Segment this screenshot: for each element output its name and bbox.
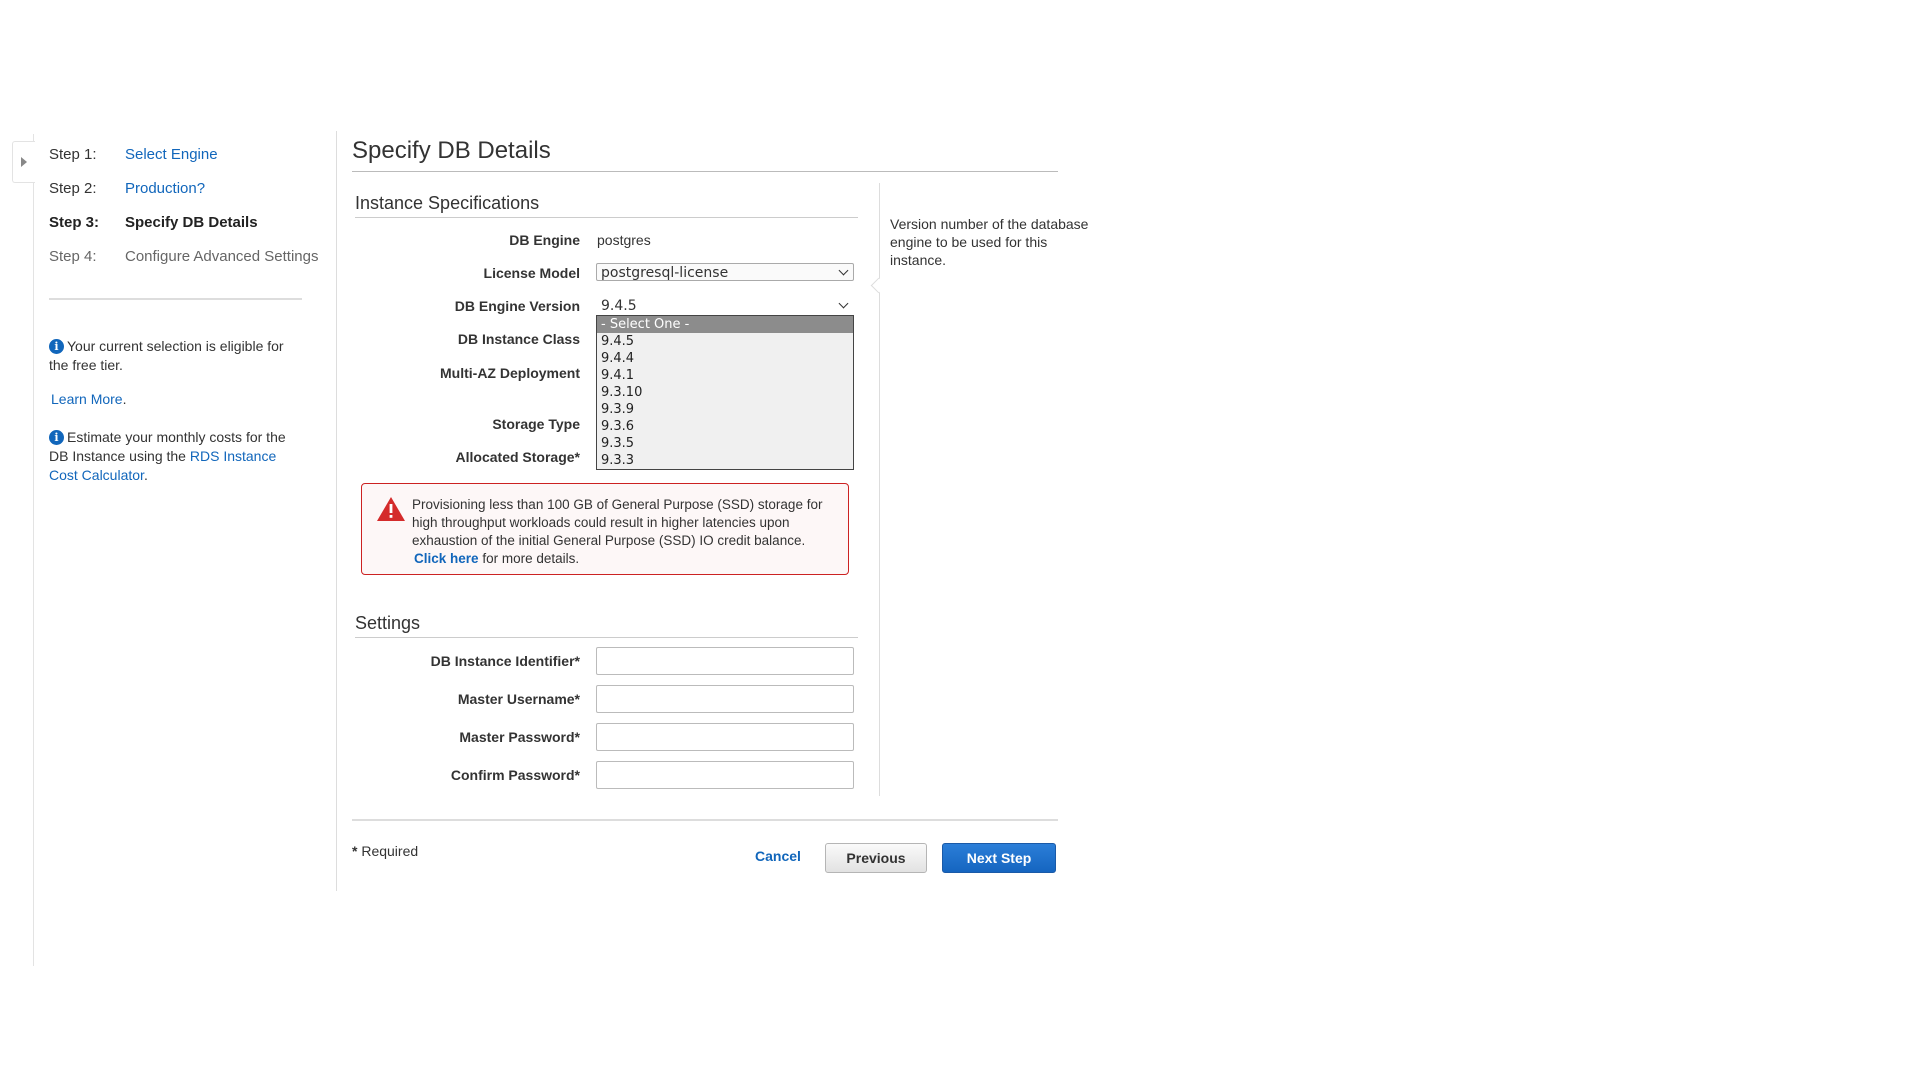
- warning-icon: [377, 497, 405, 521]
- dropdown-option[interactable]: 9.3.3: [597, 452, 853, 469]
- allocated-storage-label: Allocated Storage*: [455, 449, 580, 465]
- step-1: Step 1: Select Engine: [49, 146, 218, 163]
- section-title-settings: Settings: [355, 613, 421, 633]
- left-panel-border: [33, 134, 34, 966]
- section-title-instance-specs: Instance Specifications: [355, 193, 540, 213]
- master-username-label: Master Username*: [457, 691, 580, 707]
- dropdown-option[interactable]: 9.4.1: [597, 367, 853, 384]
- dropdown-option[interactable]: 9.3.9: [597, 401, 853, 418]
- learn-more-link[interactable]: Learn More: [51, 391, 123, 407]
- master-password-input[interactable]: [596, 723, 854, 751]
- cost-estimate-note: i Estimate your monthly costs for the DB …: [49, 428, 304, 485]
- info-icon: i: [49, 430, 64, 445]
- multi-az-label: Multi-AZ Deployment: [440, 365, 580, 381]
- help-pointer: [870, 277, 887, 294]
- step-2: Step 2: Production?: [49, 180, 205, 197]
- step-number: Step 4:: [49, 248, 97, 265]
- warning-suffix: for more details.: [482, 551, 580, 566]
- chevron-right-icon: [21, 157, 27, 167]
- cancel-button[interactable]: Cancel: [755, 848, 801, 864]
- dropdown-option[interactable]: 9.3.6: [597, 418, 853, 435]
- license-model-label: License Model: [483, 265, 580, 281]
- dropdown-option[interactable]: 9.3.10: [597, 384, 853, 401]
- dropdown-option[interactable]: 9.4.5: [597, 333, 853, 350]
- db-engine-value: postgres: [597, 232, 651, 248]
- learn-more-row: Learn More.: [51, 390, 306, 409]
- step-number: Step 3:: [49, 214, 100, 231]
- license-model-select[interactable]: postgresql-license: [596, 263, 854, 281]
- section-divider: [355, 637, 858, 638]
- period: .: [143, 467, 148, 483]
- db-engine-label: DB Engine: [509, 232, 580, 248]
- chevron-down-icon: [838, 298, 849, 309]
- warning-message: Provisioning less than 100 GB of General…: [412, 496, 844, 568]
- required-note: * Required: [352, 843, 418, 859]
- dropdown-option[interactable]: 9.3.5: [597, 435, 853, 452]
- step-number: Step 1:: [49, 146, 97, 163]
- page-title: Specify DB Details: [352, 137, 551, 164]
- period: .: [122, 391, 127, 407]
- warning-text: Provisioning less than 100 GB of General…: [412, 497, 823, 548]
- instance-identifier-input[interactable]: [596, 647, 854, 675]
- master-password-label: Master Password*: [459, 729, 580, 745]
- step-label-future: Configure Advanced Settings: [125, 248, 319, 265]
- next-step-button[interactable]: Next Step: [942, 843, 1056, 873]
- engine-version-dropdown-list: - Select One - 9.4.5 9.4.4 9.4.1 9.3.10 …: [596, 315, 854, 470]
- step-label-current: Specify DB Details: [125, 214, 258, 231]
- dropdown-option[interactable]: - Select One -: [597, 316, 853, 333]
- instance-class-label: DB Instance Class: [457, 331, 580, 347]
- storage-type-label: Storage Type: [492, 416, 580, 432]
- confirm-password-input[interactable]: [596, 761, 854, 789]
- engine-version-label: DB Engine Version: [454, 298, 580, 314]
- storage-warning-box: Provisioning less than 100 GB of General…: [361, 483, 849, 575]
- warning-details-link[interactable]: Click here: [414, 551, 479, 566]
- info-icon: i: [49, 339, 64, 354]
- steps-divider: [49, 298, 302, 300]
- engine-version-select[interactable]: 9.4.5: [596, 296, 854, 314]
- engine-version-value: 9.4.5: [601, 298, 637, 314]
- free-tier-note: i Your current selection is eligible for …: [49, 337, 304, 375]
- collapse-sidebar-tab[interactable]: [12, 141, 35, 183]
- footer-divider: [352, 819, 1058, 821]
- help-panel-border: [879, 183, 880, 796]
- confirm-password-label: Confirm Password*: [450, 767, 580, 783]
- chevron-down-icon: [838, 265, 849, 276]
- step-number: Step 2:: [49, 180, 97, 197]
- step-link-production[interactable]: Production?: [125, 180, 205, 197]
- license-model-value: postgresql-license: [601, 265, 729, 281]
- dropdown-option[interactable]: 9.4.4: [597, 350, 853, 367]
- step-link-select-engine[interactable]: Select Engine: [125, 146, 218, 163]
- step-3: Step 3: Specify DB Details: [49, 214, 258, 231]
- title-divider: [352, 171, 1058, 172]
- previous-button[interactable]: Previous: [825, 843, 927, 873]
- free-tier-text: Your current selection is eligible for t…: [49, 338, 284, 373]
- instance-identifier-label: DB Instance Identifier*: [430, 653, 580, 669]
- step-4: Step 4: Configure Advanced Settings: [49, 248, 318, 265]
- master-username-input[interactable]: [596, 685, 854, 713]
- section-divider: [355, 217, 858, 218]
- help-text: Version number of the database engine to…: [890, 216, 1089, 268]
- required-text: Required: [357, 843, 419, 859]
